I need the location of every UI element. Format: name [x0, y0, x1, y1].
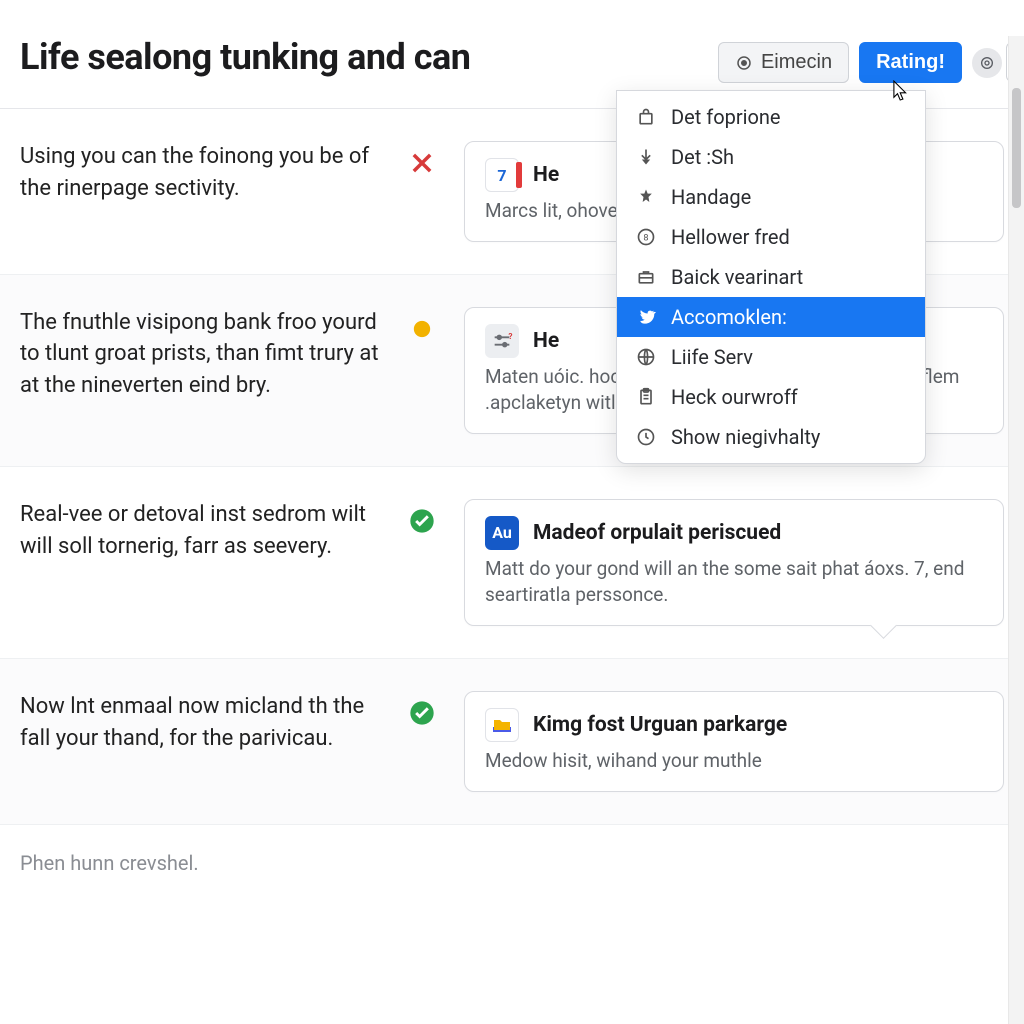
- actions-dropdown: Det foprione Det :Sh Handage 8 Hellower …: [616, 90, 926, 464]
- dd-label: Liife Serv: [671, 345, 753, 369]
- page-title: Life sealong tunking and can: [20, 36, 470, 78]
- star-icon: [635, 186, 657, 208]
- folder-icon: [485, 708, 519, 742]
- calendar-icon: 7: [485, 158, 519, 192]
- check-circle-icon: [408, 507, 436, 535]
- dd-item-show[interactable]: Show niegivhalty: [617, 417, 925, 457]
- svg-text:8: 8: [643, 233, 648, 243]
- row-description: The fnuthle visipong bank froo yourd to …: [20, 307, 380, 403]
- status-ok: [400, 499, 444, 535]
- dot-warn-icon: [408, 315, 436, 343]
- au-badge-icon: Au: [485, 516, 519, 550]
- dd-item-baick[interactable]: Baick vearinart: [617, 257, 925, 297]
- rating-button[interactable]: Rating!: [859, 42, 962, 83]
- row-description: Real-vee or detoval inst sedrom wilt wil…: [20, 499, 380, 563]
- card-body: Medow hisit, wihand your muthle: [485, 748, 983, 775]
- dd-item-life-serv[interactable]: Liife Serv: [617, 337, 925, 377]
- dd-item-heck[interactable]: Heck ourwroff: [617, 377, 925, 417]
- globe-icon: [635, 346, 657, 368]
- dd-label: Handage: [671, 185, 751, 209]
- card-title: Madeof orpulait periscued: [533, 521, 781, 545]
- dd-label: Det foprione: [671, 105, 781, 129]
- dd-item-det-foprione[interactable]: Det foprione: [617, 97, 925, 137]
- card-body: Matt do your gond will an the some sait …: [485, 556, 983, 609]
- status-ok: [400, 691, 444, 727]
- briefcase-icon: [635, 266, 657, 288]
- slider-icon: ?: [485, 324, 519, 358]
- row-description: Using you can the foinong you be of the …: [20, 141, 380, 205]
- dd-label: Show niegivhalty: [671, 425, 820, 449]
- x-icon: [408, 149, 436, 177]
- dd-label: Accomoklen:: [671, 305, 787, 329]
- dd-item-accomoklen[interactable]: Accomoklen:: [617, 297, 925, 337]
- settings-icon-button[interactable]: [972, 48, 1002, 78]
- eimecin-label: Eimecin: [761, 51, 832, 74]
- twitter-icon: [635, 306, 657, 328]
- mouse-cursor-icon: [893, 80, 911, 106]
- clipboard-icon: [635, 386, 657, 408]
- card-title: He: [533, 163, 559, 187]
- dd-label: Det :Sh: [671, 145, 734, 169]
- scrollbar-thumb[interactable]: [1012, 88, 1021, 208]
- dd-item-det-sh[interactable]: Det :Sh: [617, 137, 925, 177]
- card-title: Kimg fost Urguan parkarge: [533, 713, 787, 737]
- dd-label: Baick vearinart: [671, 265, 803, 289]
- result-card[interactable]: Au Madeof orpulait periscued Matt do you…: [464, 499, 1004, 626]
- dd-label: Hellower fred: [671, 225, 790, 249]
- eimecin-button[interactable]: Eimecin: [718, 42, 849, 83]
- clock-icon: [635, 426, 657, 448]
- rating-label: Rating!: [876, 51, 945, 74]
- dd-label: Heck ourwroff: [671, 385, 798, 409]
- result-card[interactable]: Kimg fost Urguan parkarge Medow hisit, w…: [464, 691, 1004, 792]
- svg-text:?: ?: [508, 332, 512, 342]
- status-fail: [400, 141, 444, 177]
- result-row: Real-vee or detoval inst sedrom wilt wil…: [0, 467, 1024, 659]
- dd-item-hellower[interactable]: 8 Hellower fred: [617, 217, 925, 257]
- card-title: He: [533, 329, 559, 353]
- number-circle-icon: 8: [635, 226, 657, 248]
- dd-item-handage[interactable]: Handage: [617, 177, 925, 217]
- result-row: Now lnt enmaal now micland th the fall y…: [0, 659, 1024, 825]
- vertical-scrollbar[interactable]: [1008, 36, 1024, 1024]
- check-circle-icon: [408, 699, 436, 727]
- bag-icon: [635, 106, 657, 128]
- target-icon: [735, 54, 753, 72]
- footer-note: Phen hunn crevshel.: [0, 825, 1024, 901]
- arrow-down-icon: [635, 146, 657, 168]
- target-icon: [979, 55, 995, 71]
- row-description: Now lnt enmaal now micland th the fall y…: [20, 691, 380, 755]
- status-warn: [400, 307, 444, 343]
